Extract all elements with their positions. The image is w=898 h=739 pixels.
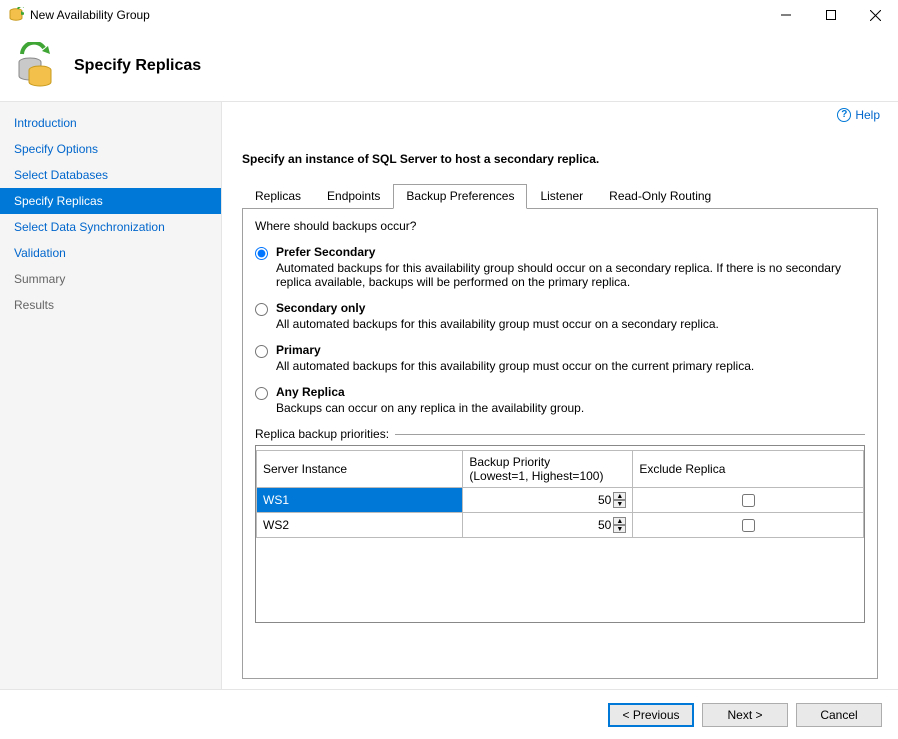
option-desc: Automated backups for this availability … <box>276 261 865 289</box>
option-title: Primary <box>276 343 754 357</box>
step-results[interactable]: Results <box>0 292 221 318</box>
app-icon <box>8 7 24 23</box>
option-desc: All automated backups for this availabil… <box>276 359 754 373</box>
option-title: Prefer Secondary <box>276 245 865 259</box>
next-button[interactable]: Next > <box>702 703 788 727</box>
step-introduction[interactable]: Introduction <box>0 110 221 136</box>
col-priority: Backup Priority (Lowest=1, Highest=100) <box>463 451 633 488</box>
page-title: Specify Replicas <box>74 57 201 75</box>
divider <box>395 434 865 435</box>
tab-endpoints[interactable]: Endpoints <box>314 184 393 209</box>
cell-exclude[interactable] <box>633 513 864 538</box>
option-any-replica[interactable]: Any Replica Backups can occur on any rep… <box>255 385 865 415</box>
wizard-icon <box>12 42 60 90</box>
maximize-button[interactable] <box>808 0 853 30</box>
cell-server: WS1 <box>257 488 463 513</box>
spinner-down-icon[interactable]: ▼ <box>613 500 626 508</box>
step-summary[interactable]: Summary <box>0 266 221 292</box>
spinner-up-icon[interactable]: ▲ <box>613 492 626 500</box>
minimize-button[interactable] <box>763 0 808 30</box>
cancel-button[interactable]: Cancel <box>796 703 882 727</box>
window-title: New Availability Group <box>30 8 763 22</box>
step-specify-replicas[interactable]: Specify Replicas <box>0 188 221 214</box>
wizard-header: Specify Replicas <box>0 30 898 102</box>
option-desc: All automated backups for this availabil… <box>276 317 719 331</box>
option-title: Secondary only <box>276 301 719 315</box>
wizard-footer: < Previous Next > Cancel <box>0 689 898 739</box>
tab-read-only-routing[interactable]: Read-Only Routing <box>596 184 724 209</box>
priorities-table-wrap: Server Instance Backup Priority (Lowest=… <box>255 445 865 623</box>
priorities-label: Replica backup priorities: <box>255 427 389 441</box>
option-secondary-only[interactable]: Secondary only All automated backups for… <box>255 301 865 331</box>
option-desc: Backups can occur on any replica in the … <box>276 401 584 415</box>
instruction-text: Specify an instance of SQL Server to hos… <box>242 152 878 166</box>
col-exclude: Exclude Replica <box>633 451 864 488</box>
help-label: Help <box>855 108 880 122</box>
col-server: Server Instance <box>257 451 463 488</box>
table-row[interactable]: WS2 50 ▲ ▼ <box>257 513 864 538</box>
exclude-checkbox[interactable] <box>742 494 755 507</box>
wizard-steps-sidebar: Introduction Specify Options Select Data… <box>0 102 222 689</box>
cell-server: WS2 <box>257 513 463 538</box>
cell-exclude[interactable] <box>633 488 864 513</box>
cell-priority[interactable]: 50 ▲ ▼ <box>463 488 633 513</box>
step-select-data-sync[interactable]: Select Data Synchronization <box>0 214 221 240</box>
cell-priority[interactable]: 50 ▲ ▼ <box>463 513 633 538</box>
step-specify-options[interactable]: Specify Options <box>0 136 221 162</box>
tab-listener[interactable]: Listener <box>527 184 596 209</box>
radio-prefer-secondary[interactable] <box>255 247 268 260</box>
exclude-checkbox[interactable] <box>742 519 755 532</box>
priority-value: 50 <box>598 493 611 507</box>
main-panel: ? Help Specify an instance of SQL Server… <box>222 102 898 689</box>
tab-replicas[interactable]: Replicas <box>242 184 314 209</box>
radio-secondary-only[interactable] <box>255 303 268 316</box>
priorities-label-row: Replica backup priorities: <box>255 427 865 441</box>
radio-primary[interactable] <box>255 345 268 358</box>
priorities-table: Server Instance Backup Priority (Lowest=… <box>256 450 864 538</box>
step-select-databases[interactable]: Select Databases <box>0 162 221 188</box>
option-prefer-secondary[interactable]: Prefer Secondary Automated backups for t… <box>255 245 865 289</box>
close-button[interactable] <box>853 0 898 30</box>
titlebar: New Availability Group <box>0 0 898 30</box>
previous-button[interactable]: < Previous <box>608 703 694 727</box>
step-validation[interactable]: Validation <box>0 240 221 266</box>
tab-panel-backup-preferences: Where should backups occur? Prefer Secon… <box>242 209 878 679</box>
priority-spinner[interactable]: ▲ ▼ <box>613 492 626 508</box>
spinner-up-icon[interactable]: ▲ <box>613 517 626 525</box>
table-row[interactable]: WS1 50 ▲ ▼ <box>257 488 864 513</box>
tab-backup-preferences[interactable]: Backup Preferences <box>393 184 527 209</box>
priority-value: 50 <box>598 518 611 532</box>
backup-question: Where should backups occur? <box>255 219 865 233</box>
spinner-down-icon[interactable]: ▼ <box>613 525 626 533</box>
window-controls <box>763 0 898 30</box>
help-icon: ? <box>837 108 851 122</box>
tabstrip: Replicas Endpoints Backup Preferences Li… <box>242 184 878 209</box>
option-primary[interactable]: Primary All automated backups for this a… <box>255 343 865 373</box>
radio-any-replica[interactable] <box>255 387 268 400</box>
option-title: Any Replica <box>276 385 584 399</box>
help-link[interactable]: ? Help <box>837 108 880 122</box>
priority-spinner[interactable]: ▲ ▼ <box>613 517 626 533</box>
